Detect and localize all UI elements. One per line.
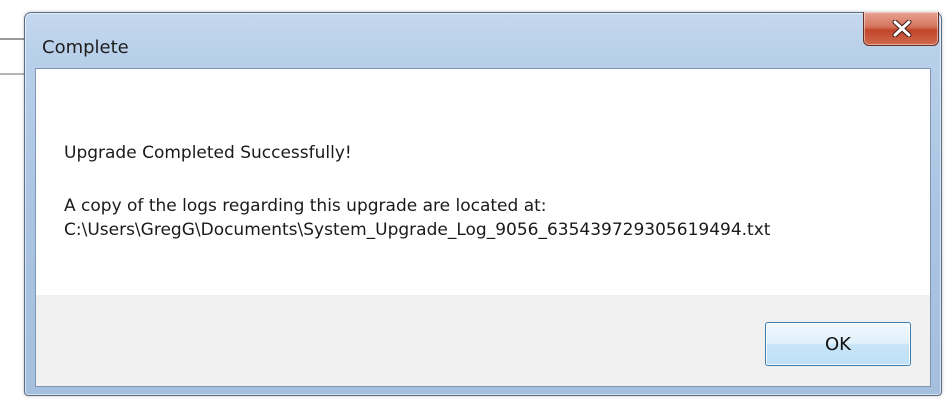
complete-dialog: Complete Upgrade Completed Successfully!…: [24, 12, 942, 396]
log-file-path: C:\Users\GregG\Documents\System_Upgrade_…: [64, 220, 771, 240]
dialog-body: Upgrade Completed Successfully! A copy o…: [35, 68, 931, 387]
close-button[interactable]: [863, 12, 939, 46]
message-area: Upgrade Completed Successfully! A copy o…: [36, 69, 930, 295]
dialog-title: Complete: [42, 37, 129, 58]
ok-button[interactable]: OK: [765, 322, 911, 366]
close-icon: [892, 20, 912, 37]
background-divider: [0, 73, 24, 75]
log-info-text: A copy of the logs regarding this upgrad…: [64, 196, 547, 216]
success-message: Upgrade Completed Successfully!: [64, 143, 352, 163]
